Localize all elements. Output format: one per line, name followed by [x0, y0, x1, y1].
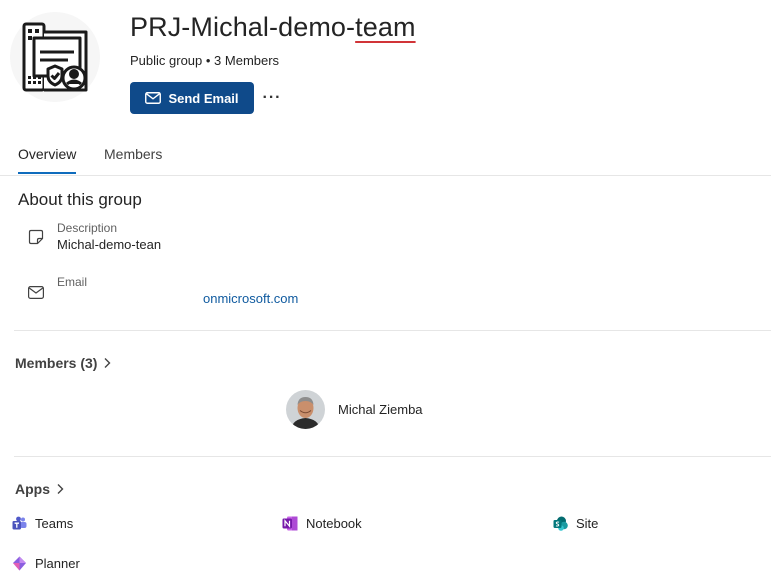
section-divider	[14, 330, 771, 331]
description-label: Description	[57, 221, 118, 235]
tab-overview[interactable]: Overview	[18, 146, 77, 174]
tab-bar: Overview Members	[0, 138, 771, 176]
apps-section-header[interactable]: Apps	[15, 481, 64, 497]
planner-icon	[13, 556, 26, 571]
page-title-suffix: team	[355, 12, 416, 42]
about-section-title: About this group	[18, 190, 142, 209]
chevron-right-icon	[104, 358, 111, 368]
members-header-label: Members (3)	[15, 355, 98, 371]
app-notebook[interactable]: Notebook	[282, 516, 362, 531]
members-section-header[interactable]: Members (3)	[15, 355, 111, 371]
mail-outline-icon	[28, 286, 44, 299]
page-title-main: PRJ-Michal-demo-	[130, 12, 356, 42]
description-value: Michal-demo-tean	[57, 237, 162, 252]
send-email-button[interactable]: Send Email	[130, 82, 254, 114]
member-name: Michal Ziemba	[338, 402, 423, 417]
onenote-icon	[282, 516, 298, 531]
app-planner-label: Planner	[35, 556, 80, 571]
app-teams[interactable]: Teams	[12, 516, 73, 531]
email-label: Email	[57, 275, 88, 289]
teams-icon	[12, 516, 27, 530]
app-teams-label: Teams	[35, 516, 74, 531]
sharepoint-icon	[553, 516, 568, 531]
email-link[interactable]: onmicrosoft.com	[203, 291, 298, 306]
more-options-button[interactable]: ···	[260, 86, 284, 110]
tab-members[interactable]: Members	[104, 146, 162, 172]
app-site-label: Site	[576, 516, 599, 531]
mail-icon	[145, 92, 162, 104]
app-site[interactable]: Site	[553, 516, 598, 531]
member-item[interactable]: Michal Ziemba	[286, 390, 423, 429]
note-icon	[28, 229, 44, 245]
send-email-label: Send Email	[168, 90, 239, 106]
section-divider	[14, 456, 771, 457]
avatar	[286, 390, 325, 429]
app-planner[interactable]: Planner	[12, 556, 80, 571]
apps-header-label: Apps	[15, 481, 50, 497]
chevron-right-icon	[57, 484, 64, 494]
app-notebook-label: Notebook	[306, 516, 362, 531]
group-header: PRJ-Michal-demo-team Public group • 3 Me…	[0, 0, 771, 120]
group-logo	[10, 12, 100, 102]
group-logo-icon	[22, 22, 88, 92]
page-title: PRJ-Michal-demo-team	[130, 12, 416, 43]
group-subtitle: Public group • 3 Members	[130, 53, 280, 68]
